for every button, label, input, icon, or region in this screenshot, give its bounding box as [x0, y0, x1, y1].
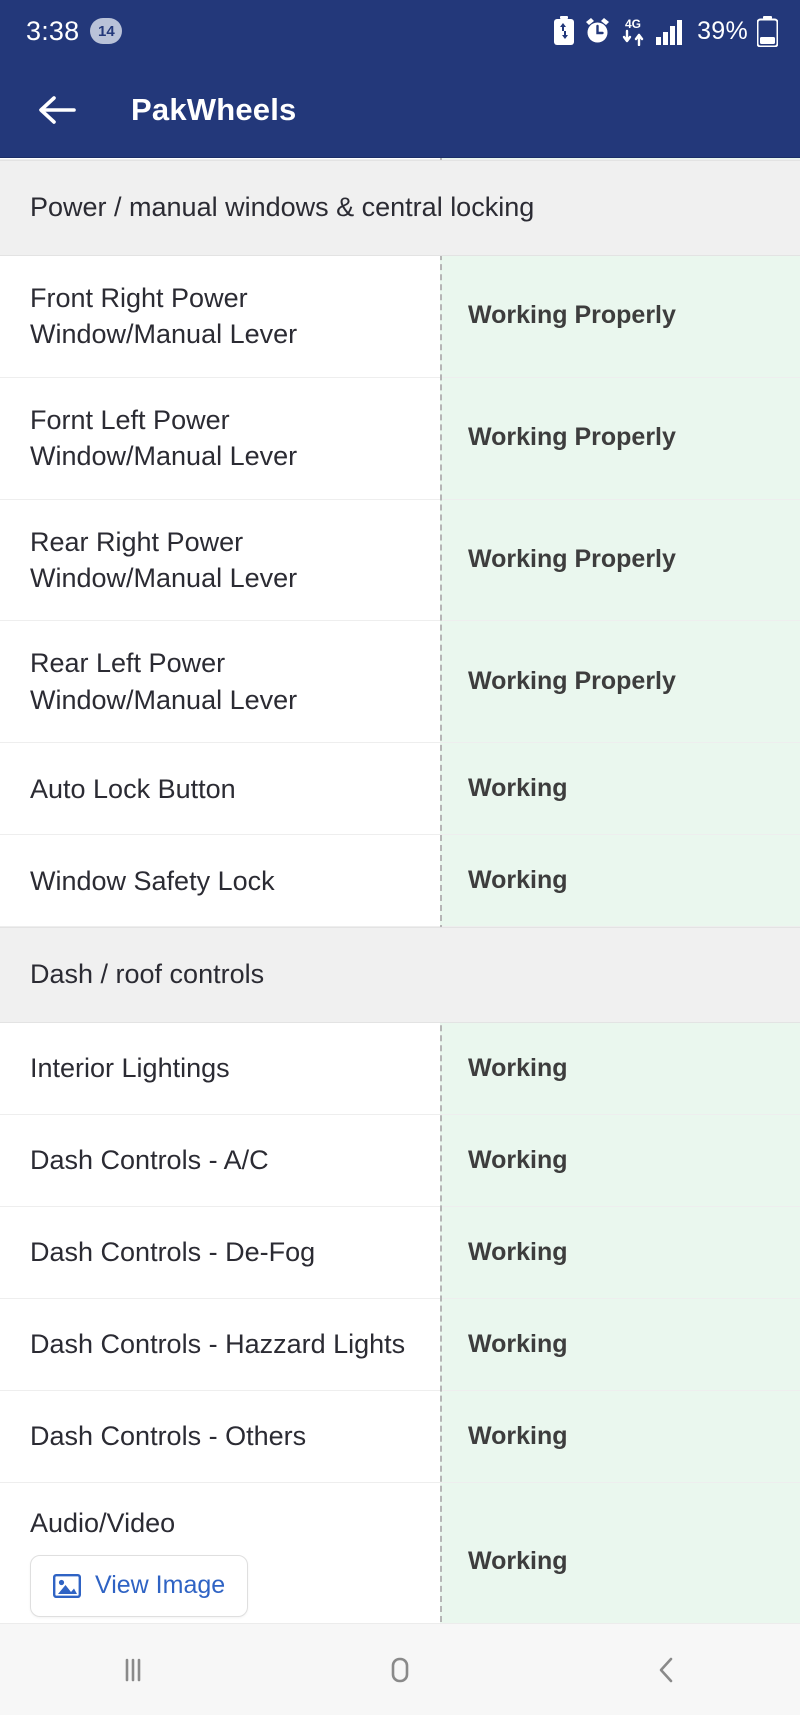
recents-icon[interactable] — [73, 1634, 193, 1706]
status-clock: 3:38 — [26, 15, 80, 46]
table-row[interactable]: Fornt Left Power Window/Manual Lever Wor… — [0, 377, 800, 500]
section-header-power-windows: Power / manual windows & central locking — [0, 160, 800, 256]
signal-bars-icon — [656, 17, 686, 45]
inspection-table: Power / manual windows & central locking… — [0, 158, 800, 1623]
row-label: Rear Right Power Window/Manual Lever — [0, 499, 440, 621]
app-bar: PakWheels — [0, 62, 800, 158]
table-row[interactable]: Auto Lock Button Working — [0, 743, 800, 836]
phone-screen: 3:38 14 4G 39% PakWheels Power / manual … — [0, 0, 800, 1715]
row-status-value: Working Properly — [440, 499, 800, 621]
row-label: Front Right Power Window/Manual Lever — [0, 255, 440, 377]
row-status-value: Working — [440, 1023, 800, 1114]
table-row[interactable]: Dash Controls - Others Working — [0, 1391, 800, 1483]
back-arrow-icon[interactable] — [34, 87, 80, 133]
row-status-value: Working — [440, 743, 800, 835]
row-status-value: Working — [440, 1299, 800, 1390]
alarm-clock-icon — [584, 17, 611, 45]
partial-row-value-cell — [440, 158, 800, 159]
row-label-cell: Audio/Video View Image — [0, 1483, 440, 1623]
row-status-value: Working — [440, 835, 800, 927]
battery-percent-label: 39% — [697, 16, 748, 45]
row-status-value: Working — [440, 1483, 800, 1623]
back-icon[interactable] — [607, 1634, 727, 1706]
section-header-dash-roof-controls: Dash / roof controls — [0, 927, 800, 1023]
svg-text:4G: 4G — [625, 17, 641, 31]
row-label: Interior Lightings — [0, 1023, 440, 1114]
status-bar-left: 3:38 14 — [26, 15, 123, 46]
status-bar: 3:38 14 4G 39% — [0, 0, 800, 62]
page-title: PakWheels — [131, 92, 297, 127]
partial-row-label-cell — [0, 158, 440, 159]
table-row[interactable]: Front Right Power Window/Manual Lever Wo… — [0, 255, 800, 378]
table-row[interactable]: Interior Lightings Working — [0, 1023, 800, 1115]
row-label: Dash Controls - De-Fog — [0, 1207, 440, 1298]
row-label: Audio/Video — [30, 1508, 176, 1538]
row-label: Fornt Left Power Window/Manual Lever — [0, 377, 440, 499]
inspection-report-scroll-area[interactable]: Power / manual windows & central locking… — [0, 158, 800, 1623]
view-image-button[interactable]: View Image — [30, 1555, 249, 1618]
table-row[interactable]: Dash Controls - De-Fog Working — [0, 1207, 800, 1299]
row-label: Rear Left Power Window/Manual Lever — [0, 621, 440, 743]
table-row[interactable]: Audio/Video View Image Working — [0, 1483, 800, 1623]
table-row[interactable]: Dash Controls - Hazzard Lights Working — [0, 1299, 800, 1391]
row-status-value: Working — [440, 1207, 800, 1298]
row-status-value: Working Properly — [440, 377, 800, 499]
row-label: Dash Controls - A/C — [0, 1115, 440, 1206]
image-thumbnail-icon — [53, 1574, 81, 1599]
battery-icon — [757, 15, 778, 47]
battery-saver-icon — [553, 16, 575, 46]
row-status-value: Working — [440, 1115, 800, 1206]
table-row[interactable]: Rear Left Power Window/Manual Lever Work… — [0, 621, 800, 744]
table-row[interactable]: Rear Right Power Window/Manual Lever Wor… — [0, 499, 800, 622]
row-status-value: Working — [440, 1391, 800, 1482]
row-label: Window Safety Lock — [0, 835, 440, 927]
status-bar-right: 4G 39% — [553, 15, 778, 47]
row-status-value: Working Properly — [440, 255, 800, 377]
row-label: Dash Controls - Others — [0, 1391, 440, 1482]
row-label: Dash Controls - Hazzard Lights — [0, 1299, 440, 1390]
view-image-button-label: View Image — [95, 1571, 226, 1600]
table-row[interactable]: Window Safety Lock Working — [0, 835, 800, 928]
notification-count-badge: 14 — [90, 18, 123, 44]
row-label: Auto Lock Button — [0, 743, 440, 835]
scroll-content: Power / manual windows & central locking… — [0, 158, 800, 1623]
system-navigation-bar — [0, 1623, 800, 1715]
table-row[interactable]: Dash Controls - A/C Working — [0, 1115, 800, 1207]
row-status-value: Working Properly — [440, 621, 800, 743]
mobile-data-4g-icon: 4G — [620, 16, 647, 46]
home-icon[interactable] — [340, 1634, 460, 1706]
